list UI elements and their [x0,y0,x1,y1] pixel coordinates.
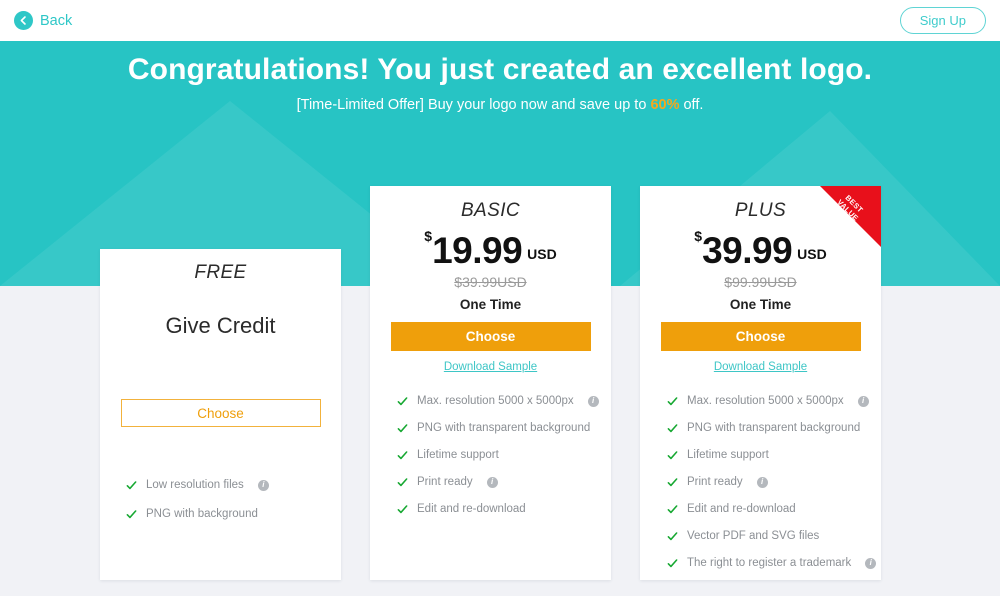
currency-code: USD [797,246,827,262]
check-icon [397,504,408,513]
list-item: Print ready i [397,476,611,488]
check-icon [397,477,408,486]
info-icon[interactable]: i [587,395,599,407]
plan-name-free: FREE [194,262,247,283]
info-icon[interactable]: i [486,476,498,488]
hero-subtitle: [Time-Limited Offer] Buy your logo now a… [0,97,1000,113]
feature-label: Print ready [417,476,473,488]
feature-label: Edit and re-download [687,503,796,515]
feature-label: Print ready [687,476,743,488]
price-amount: 39.99 [702,230,793,271]
back-button[interactable]: Back [14,11,72,30]
info-icon[interactable]: i [257,479,269,491]
choose-button-plus[interactable]: Choose [660,322,861,351]
feature-label: Max. resolution 5000 x 5000px [417,395,574,407]
hero-subtitle-after: off. [679,97,704,113]
choose-button-free[interactable]: Choose [120,399,321,427]
list-item: Lifetime support [667,449,881,461]
sign-up-button[interactable]: Sign Up [899,7,986,34]
check-icon [667,504,678,513]
check-icon [126,480,137,489]
download-sample-link-plus[interactable]: Download Sample [640,361,881,373]
check-icon [667,477,678,486]
currency-symbol: $ [424,228,433,244]
discount-badge: 60% [650,97,680,113]
list-item: The right to register a trademark i [667,557,881,569]
pricing-card-plus: BEST VALUE PLUS $39.99 USD $99.99USD One … [640,186,881,580]
back-label: Back [40,12,73,29]
feature-label: The right to register a trademark [687,557,852,569]
feature-label: Max. resolution 5000 x 5000px [687,395,844,407]
plan-name-plus: PLUS [734,200,787,221]
list-item: PNG with background [126,508,341,520]
info-icon[interactable]: i [857,395,869,407]
original-price-plus: $99.99USD [724,274,797,290]
pricing-card-free: FREE Give Credit Choose Low resolution f… [100,249,341,580]
feature-label: Vector PDF and SVG files [687,530,820,542]
top-bar: Back Sign Up [0,0,1000,41]
feature-label: Edit and re-download [417,503,526,515]
plan-headline-free: Give Credit [165,313,276,338]
feature-list-basic: Max. resolution 5000 x 5000px i PNG with… [370,395,611,515]
feature-label: Lifetime support [417,449,499,461]
price-plus: $39.99 USD [640,228,881,272]
list-item: PNG with transparent background [667,422,881,434]
list-item: Max. resolution 5000 x 5000px i [397,395,611,407]
billing-term-basic: One Time [459,297,522,312]
check-icon [667,558,678,567]
feature-label: Lifetime support [687,449,769,461]
pricing-card-basic: BASIC $19.99 USD $39.99USD One Time Choos… [370,186,611,580]
check-icon [397,423,408,432]
plan-name-basic: BASIC [460,200,521,221]
feature-label: PNG with background [146,508,258,520]
feature-label: PNG with transparent background [687,422,861,434]
list-item: Low resolution files i [126,479,341,491]
info-icon[interactable]: i [756,476,768,488]
feature-list-free: Low resolution files i PNG with backgrou… [100,479,341,520]
list-item: Vector PDF and SVG files [667,530,881,542]
feature-label: Low resolution files [146,479,244,491]
check-icon [667,450,678,459]
check-icon [126,509,137,518]
list-item: Max. resolution 5000 x 5000px i [667,395,881,407]
check-icon [397,396,408,405]
list-item: Lifetime support [397,449,611,461]
check-icon [667,396,678,405]
list-item: Print ready i [667,476,881,488]
hero-subtitle-before: [Time-Limited Offer] Buy your logo now a… [296,97,651,113]
check-icon [397,450,408,459]
original-price-basic: $39.99USD [454,274,527,290]
currency-symbol: $ [694,228,703,244]
currency-code: USD [527,246,557,262]
price-amount: 19.99 [432,230,523,271]
list-item: PNG with transparent background [397,422,611,434]
page-title: Congratulations! You just created an exc… [127,53,873,86]
download-sample-link-basic[interactable]: Download Sample [370,361,611,373]
list-item: Edit and re-download [397,503,611,515]
feature-list-plus: Max. resolution 5000 x 5000px i PNG with… [640,395,881,569]
check-icon [667,423,678,432]
price-basic: $19.99 USD [370,228,611,272]
list-item: Edit and re-download [667,503,881,515]
feature-label: PNG with transparent background [417,422,591,434]
billing-term-plus: One Time [729,297,792,312]
choose-button-basic[interactable]: Choose [390,322,591,351]
arrow-left-circle-icon [14,11,33,30]
info-icon[interactable]: i [865,557,877,569]
check-icon [667,531,678,540]
